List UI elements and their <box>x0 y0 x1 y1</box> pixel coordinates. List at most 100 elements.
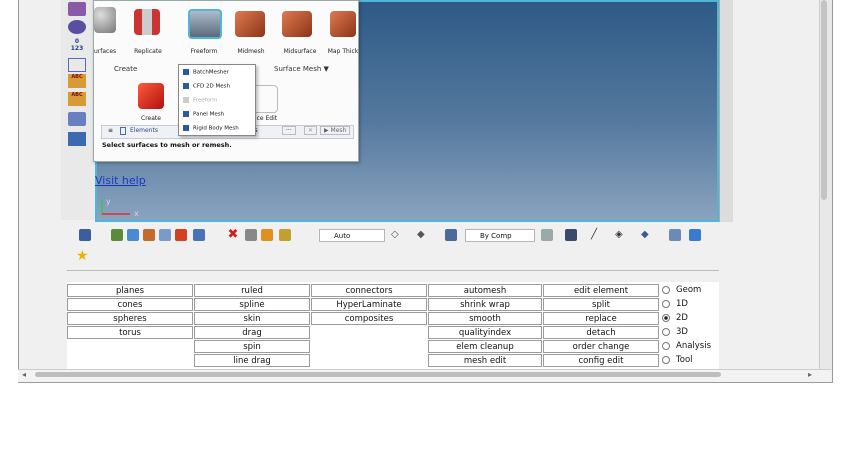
panel-button-ruled[interactable]: ruled <box>194 284 310 297</box>
abc-label-icon[interactable]: ABC <box>68 74 86 88</box>
freeform-dropdown-menu: BatchMesher CFD 2D Mesh Freeform Panel M… <box>178 64 256 136</box>
panel-button-automesh[interactable]: automesh <box>428 284 542 297</box>
radio-3d[interactable]: 3D <box>662 327 688 337</box>
organize-icon[interactable] <box>261 229 273 241</box>
delete-icon[interactable]: ✖ <box>227 228 239 241</box>
favorites-star-icon[interactable]: ★ <box>76 248 89 264</box>
panel-button-planes[interactable]: planes <box>67 284 193 297</box>
scroll-left-arrow-icon[interactable]: ◂ <box>22 370 26 379</box>
panel-button-qualityindex[interactable]: qualityindex <box>428 326 542 339</box>
viewport-side-strip <box>719 0 734 222</box>
measure-icon[interactable] <box>68 112 86 126</box>
layers-icon[interactable] <box>159 229 171 241</box>
panel-button-torus[interactable]: torus <box>67 326 193 339</box>
menu-icon[interactable]: ≡ <box>108 127 113 134</box>
panel-button-composites[interactable]: composites <box>311 312 427 325</box>
abc-label-icon-2[interactable]: ABC <box>68 92 86 106</box>
dropdown-item-freeform: Freeform <box>183 97 218 104</box>
replicate-icon[interactable] <box>134 9 160 35</box>
chart-icon[interactable] <box>143 229 155 241</box>
panel-button-config-edit[interactable]: config edit <box>543 354 659 367</box>
monitor-icon[interactable] <box>689 229 701 241</box>
tag-icon[interactable] <box>279 229 291 241</box>
elements-selector[interactable]: Elements <box>130 127 158 134</box>
panel-button-connectors[interactable]: connectors <box>311 284 427 297</box>
radio-dot <box>662 285 670 294</box>
model-icon[interactable] <box>79 229 91 241</box>
mesh-button[interactable]: ▶ Mesh <box>320 126 351 135</box>
panel-button-line-drag[interactable]: line drag <box>194 354 310 367</box>
dropdown-item-rigid-body-mesh[interactable]: Rigid Body Mesh <box>183 125 239 132</box>
auto-display-select[interactable]: Auto <box>319 229 385 242</box>
diamond-icon[interactable]: ◆ <box>641 229 653 241</box>
length-icon[interactable] <box>68 58 86 72</box>
solid-cube-icon[interactable] <box>565 229 577 241</box>
panel-button-cones[interactable]: cones <box>67 298 193 311</box>
gear-icon[interactable] <box>245 229 257 241</box>
element-display-icon[interactable] <box>541 229 553 241</box>
midmesh-icon[interactable] <box>235 11 265 37</box>
mask-icon[interactable] <box>175 229 187 241</box>
radio-analysis[interactable]: Analysis <box>662 341 711 351</box>
panel-button-mesh-edit[interactable]: mesh edit <box>428 354 542 367</box>
popup-hint-text: Select surfaces to mesh or remesh. <box>102 141 232 149</box>
dropdown-item-cfd-2d-mesh[interactable]: CFD 2D Mesh <box>183 83 230 90</box>
panel-button-split[interactable]: split <box>543 298 659 311</box>
right-gutter <box>733 0 819 370</box>
panel-button-spheres[interactable]: spheres <box>67 312 193 325</box>
panel-button-skin[interactable]: skin <box>194 312 310 325</box>
radio-1d[interactable]: 1D <box>662 299 688 309</box>
surfaces-icon[interactable] <box>94 7 116 33</box>
plane-icon[interactable]: ◈ <box>615 229 627 241</box>
axis-y-label: y <box>106 197 111 206</box>
radio-dot <box>662 299 670 308</box>
map-thick-label: Map Thick <box>327 48 359 55</box>
tool-icon-1[interactable] <box>68 2 86 16</box>
midsurface-icon[interactable] <box>282 11 312 37</box>
surface-mesh-section-label[interactable]: Surface Mesh ▼ <box>274 65 329 73</box>
dropdown-item-panel-mesh[interactable]: Panel Mesh <box>183 111 224 118</box>
create-section-label: Create <box>114 65 138 73</box>
panel-button-edit-element[interactable]: edit element <box>543 284 659 297</box>
panel-button-detach[interactable]: detach <box>543 326 659 339</box>
find-icon[interactable] <box>193 229 205 241</box>
shading-icon[interactable]: ◇ <box>391 229 403 241</box>
radio-dot <box>662 327 670 336</box>
display-icon[interactable] <box>127 229 139 241</box>
vertical-scroll-thumb[interactable] <box>821 0 827 200</box>
radio-geom[interactable]: Geom <box>662 285 701 295</box>
line-icon[interactable]: ╱ <box>591 229 603 241</box>
tool-icon-2[interactable] <box>68 20 86 34</box>
panel-button-spline[interactable]: spline <box>194 298 310 311</box>
more-button[interactable]: ··· <box>282 126 296 135</box>
dropdown-item-batchmesher[interactable]: BatchMesher <box>183 69 229 76</box>
radio-tool[interactable]: Tool <box>662 355 693 365</box>
visit-help-link[interactable]: Visit help <box>95 174 146 187</box>
wireframe-icon[interactable]: ◆ <box>417 229 429 241</box>
create-mesh-icon[interactable] <box>138 83 164 109</box>
panel-button-smooth[interactable]: smooth <box>428 312 542 325</box>
radio-dot <box>662 341 670 350</box>
radio-2d[interactable]: 2D <box>662 313 688 323</box>
panel-button-elem-cleanup[interactable]: elem cleanup <box>428 340 542 353</box>
close-x-icon[interactable]: ✕ <box>304 126 318 135</box>
midmesh-label: Midmesh <box>237 48 265 55</box>
toolbar-separator <box>67 270 719 271</box>
map-thick-icon[interactable] <box>330 11 356 37</box>
panel-button-replace[interactable]: replace <box>543 312 659 325</box>
numbering-icon[interactable]: 0 123 <box>68 38 86 52</box>
horizontal-scroll-thumb[interactable] <box>35 372 721 377</box>
panel-button-shrink-wrap[interactable]: shrink wrap <box>428 298 542 311</box>
by-comp-color-select[interactable]: By Comp <box>465 229 535 242</box>
panel-button-drag[interactable]: drag <box>194 326 310 339</box>
components-icon[interactable] <box>111 229 123 241</box>
grid-icon[interactable] <box>68 132 86 146</box>
panel-button-order-change[interactable]: order change <box>543 340 659 353</box>
panel-button-spin[interactable]: spin <box>194 340 310 353</box>
create-bottom-label: Create <box>141 115 161 122</box>
freeform-icon[interactable] <box>188 9 222 39</box>
scroll-right-arrow-icon[interactable]: ▸ <box>808 370 812 379</box>
panel-button-hyperlaminate[interactable]: HyperLaminate <box>311 298 427 311</box>
properties-icon[interactable] <box>669 229 681 241</box>
cube-icon[interactable] <box>445 229 457 241</box>
